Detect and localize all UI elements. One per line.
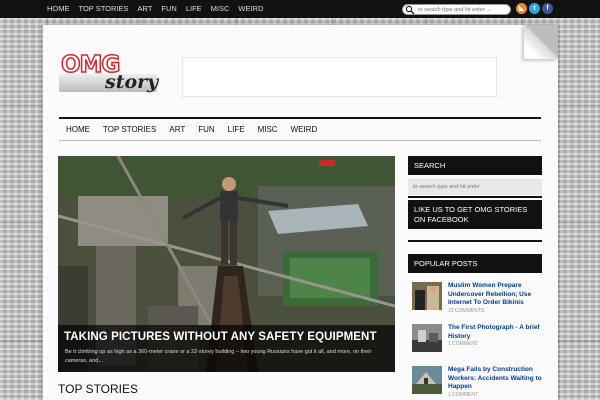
featured-story[interactable]: TAKING PICTURES WITHOUT ANY SAFETY EQUIP… bbox=[58, 156, 395, 372]
popular-post-item[interactable]: Muslim Women Prepare Undercover Rebellio… bbox=[408, 280, 542, 315]
popular-post-item[interactable]: Mega Fails by Construction Workers: Acci… bbox=[408, 364, 542, 399]
facebook-glyph: f bbox=[546, 5, 549, 12]
top-nav-misc[interactable]: MISC bbox=[211, 0, 230, 18]
twitter-icon[interactable]: t bbox=[529, 3, 540, 14]
rss-icon[interactable]: ◣ bbox=[516, 3, 527, 14]
social-links: ◣ t f bbox=[516, 3, 555, 14]
post-title[interactable]: Mega Fails by Construction Workers: Acci… bbox=[448, 366, 542, 392]
top-nav-life[interactable]: LIFE bbox=[186, 0, 202, 18]
main-nav-top-stories[interactable]: TOP STORIES bbox=[103, 125, 156, 134]
main-nav-art[interactable]: ART bbox=[169, 125, 185, 134]
top-nav-art[interactable]: ART bbox=[138, 0, 153, 18]
search-icon[interactable] bbox=[405, 5, 415, 15]
divider bbox=[408, 196, 542, 198]
main-nav-fun[interactable]: FUN bbox=[198, 125, 214, 134]
top-nav-weird[interactable]: WEIRD bbox=[238, 0, 263, 18]
sidebar-search-input[interactable] bbox=[408, 179, 542, 195]
post-thumbnail[interactable] bbox=[412, 366, 442, 394]
sidebar-search-widget: SEARCH bbox=[408, 156, 542, 195]
top-search-box bbox=[402, 4, 511, 15]
rss-glyph: ◣ bbox=[518, 5, 525, 12]
top-search-input[interactable] bbox=[418, 6, 508, 13]
top-nav-fun[interactable]: FUN bbox=[161, 0, 176, 18]
main-nav-misc[interactable]: MISC bbox=[258, 125, 278, 134]
facebook-icon[interactable]: f bbox=[542, 3, 553, 14]
featured-caption: TAKING PICTURES WITHOUT ANY SAFETY EQUIP… bbox=[58, 325, 395, 372]
ad-banner bbox=[182, 57, 497, 97]
post-thumbnail[interactable] bbox=[412, 324, 442, 352]
logo-story-text: story bbox=[105, 71, 159, 93]
top-bar: HOME TOP STORIES ART FUN LIFE MISC WEIRD… bbox=[0, 0, 600, 18]
featured-title[interactable]: TAKING PICTURES WITHOUT ANY SAFETY EQUIP… bbox=[64, 331, 377, 343]
main-nav-home[interactable]: HOME bbox=[66, 125, 90, 134]
popular-post-item[interactable]: The First Photograph - A brief History 1… bbox=[408, 322, 542, 357]
featured-excerpt: Be it climbing up as high as a 360-meter… bbox=[65, 349, 372, 364]
post-comment-count[interactable]: 1 COMMENT bbox=[448, 341, 478, 347]
popular-posts-widget: POPULAR POSTS Muslim Women Prepare Under… bbox=[408, 254, 542, 399]
divider bbox=[408, 240, 542, 242]
twitter-glyph: t bbox=[533, 5, 536, 12]
post-title[interactable]: Muslim Women Prepare Undercover Rebellio… bbox=[448, 282, 542, 308]
post-comment-count[interactable]: 19 COMMENTS bbox=[448, 308, 484, 314]
main-nav-life[interactable]: LIFE bbox=[228, 125, 245, 134]
post-thumbnail[interactable] bbox=[412, 282, 442, 310]
post-title[interactable]: The First Photograph - A brief History bbox=[448, 324, 542, 341]
post-comment-count[interactable]: 1 COMMENT bbox=[448, 392, 478, 398]
main-nav: HOME TOP STORIES ART FUN LIFE MISC WEIRD bbox=[59, 117, 541, 141]
top-stories-heading: TOP STORIES bbox=[58, 382, 139, 396]
page-curl-decoration bbox=[524, 25, 558, 59]
facebook-like-widget-title[interactable]: LIKE US TO GET OMG STORIES ON FACEBOOK bbox=[408, 200, 542, 229]
main-nav-weird[interactable]: WEIRD bbox=[291, 125, 318, 134]
page-container: OMG story HOME TOP STORIES ART FUN LIFE … bbox=[43, 25, 558, 400]
popular-posts-title: POPULAR POSTS bbox=[408, 254, 542, 273]
top-nav-home[interactable]: HOME bbox=[47, 0, 70, 18]
site-logo[interactable]: OMG story bbox=[59, 51, 159, 100]
top-nav-top-stories[interactable]: TOP STORIES bbox=[79, 0, 129, 18]
search-widget-title: SEARCH bbox=[408, 156, 542, 175]
top-nav: HOME TOP STORIES ART FUN LIFE MISC WEIRD bbox=[47, 0, 272, 18]
